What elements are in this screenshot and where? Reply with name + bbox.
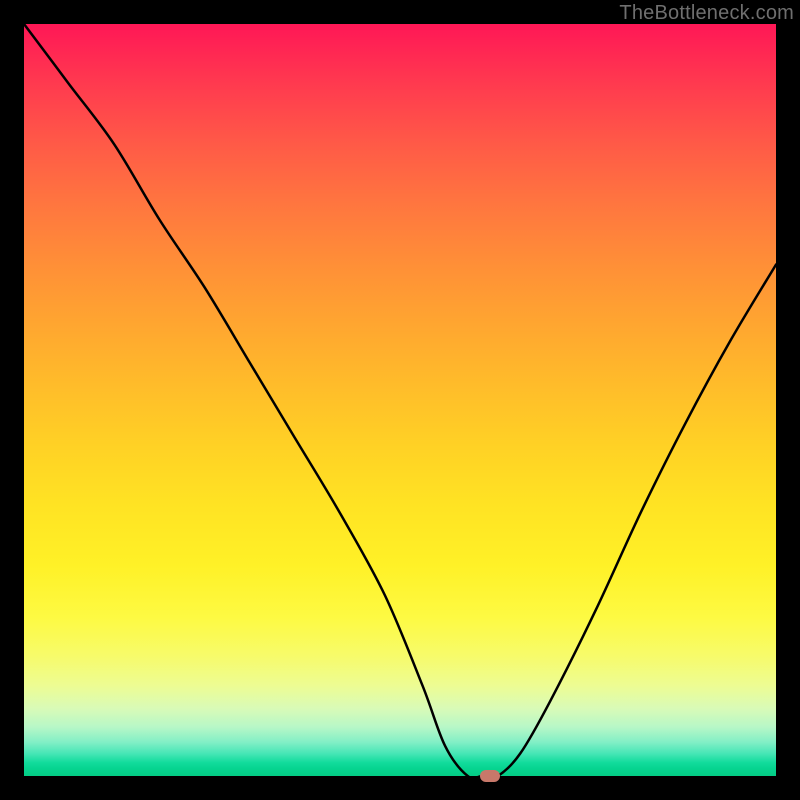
bottleneck-curve <box>24 24 776 778</box>
watermark: TheBottleneck.com <box>619 2 794 25</box>
chart-container: TheBottleneck.com <box>0 0 800 800</box>
optimum-marker <box>480 770 500 782</box>
curve-svg <box>24 24 776 776</box>
plot-area <box>24 24 776 776</box>
